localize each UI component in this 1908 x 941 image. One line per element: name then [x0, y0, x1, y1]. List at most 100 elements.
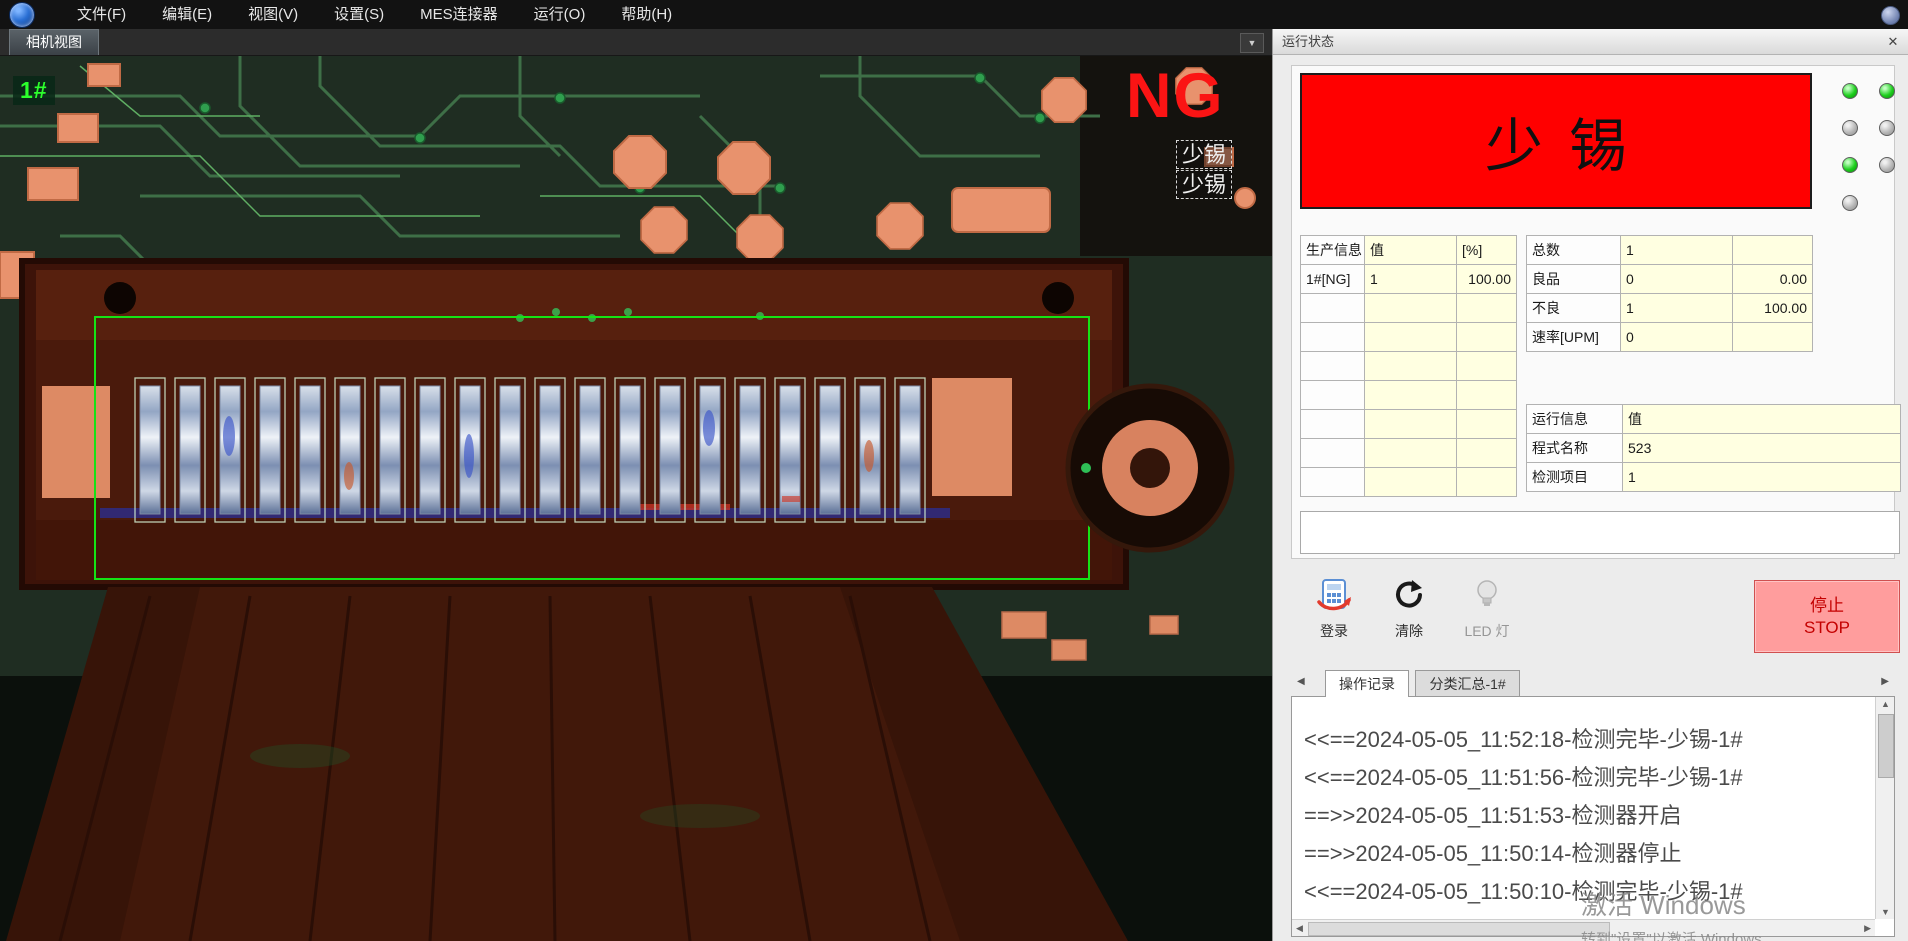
- tab-scroll-right-icon[interactable]: ▶: [1881, 676, 1889, 687]
- stats-table: 总数 1 良品 0 0.00 不良 1 100.00 速率[UPM] 0: [1526, 235, 1813, 352]
- log-line: <<==2024-05-05_11:50:10-检测完毕-少锡-1#: [1304, 873, 1880, 911]
- cell: [1733, 236, 1813, 265]
- led-label: LED 灯: [1452, 621, 1522, 641]
- col-header: 运行信息: [1527, 405, 1623, 434]
- table-row: 检测项目 1: [1527, 463, 1901, 492]
- camera-tab-strip: 相机视图 ▼: [0, 29, 1272, 56]
- log-line: <<==2024-05-05_11:52:18-检测完毕-少锡-1#: [1304, 721, 1880, 759]
- vertical-scroll-thumb[interactable]: [1878, 714, 1894, 778]
- tab-operation-log[interactable]: 操作记录: [1325, 670, 1409, 697]
- table-row: 速率[UPM] 0: [1527, 323, 1813, 352]
- cell: 速率[UPM]: [1527, 323, 1621, 352]
- cell: 1: [1621, 236, 1733, 265]
- menu-bar: 文件(F) 编辑(E) 视图(V) 设置(S) MES连接器 运行(O) 帮助(…: [0, 0, 1908, 29]
- table-row: [1301, 468, 1517, 497]
- run-info-table: 运行信息 值 程式名称 523 检测项目 1: [1526, 404, 1901, 492]
- menu-settings[interactable]: 设置(S): [316, 0, 402, 29]
- app-window: 文件(F) 编辑(E) 视图(V) 设置(S) MES连接器 运行(O) 帮助(…: [0, 0, 1908, 941]
- horizontal-scrollbar[interactable]: ◀ ▶: [1292, 919, 1875, 936]
- cell: 程式名称: [1527, 434, 1623, 463]
- cell: 0: [1621, 323, 1733, 352]
- tab-scroll-left-icon[interactable]: ◀: [1297, 676, 1305, 687]
- scroll-right-icon[interactable]: ▶: [1864, 923, 1871, 934]
- menu-run[interactable]: 运行(O): [516, 0, 604, 29]
- table-row: [1301, 352, 1517, 381]
- col-header: 值: [1623, 405, 1901, 434]
- close-icon[interactable]: ✕: [1884, 33, 1902, 51]
- menu-edit[interactable]: 编辑(E): [144, 0, 230, 29]
- tab-class-summary[interactable]: 分类汇总-1#: [1415, 670, 1519, 696]
- status-light: [1879, 120, 1895, 136]
- clear-button[interactable]: 清除: [1374, 577, 1444, 641]
- tab-camera-view[interactable]: 相机视图: [9, 29, 99, 55]
- table-row: [1301, 439, 1517, 468]
- cell: 1: [1623, 463, 1901, 492]
- operation-log-area: <<==2024-05-05_11:52:18-检测完毕-少锡-1# <<==2…: [1291, 696, 1895, 937]
- production-table: 生产信息 值 [%] 1#[NG] 1 100.00: [1300, 235, 1517, 497]
- cell: 523: [1623, 434, 1901, 463]
- status-light: [1879, 83, 1895, 99]
- table-row: 1#[NG] 1 100.00: [1301, 265, 1517, 294]
- cell: 1: [1365, 265, 1457, 294]
- cell: 1#[NG]: [1301, 265, 1365, 294]
- menu-file[interactable]: 文件(F): [59, 0, 144, 29]
- window-status-icon[interactable]: [1881, 6, 1900, 25]
- vertical-scrollbar[interactable]: ▲ ▼: [1875, 697, 1894, 919]
- inspection-result-label: NG: [1126, 60, 1225, 132]
- log-line: <<==2024-05-05_11:51:56-检测完毕-少锡-1#: [1304, 759, 1880, 797]
- panel-title: 运行状态: [1273, 29, 1908, 54]
- stop-button[interactable]: 停止 STOP: [1754, 580, 1900, 653]
- menu-items: 文件(F) 编辑(E) 视图(V) 设置(S) MES连接器 运行(O) 帮助(…: [59, 0, 690, 29]
- stop-label-cn: 停止: [1810, 595, 1844, 617]
- clear-label: 清除: [1374, 621, 1444, 641]
- table-row: 不良 1 100.00: [1527, 294, 1813, 323]
- cell: 100.00: [1733, 294, 1813, 323]
- scroll-left-icon[interactable]: ◀: [1296, 923, 1303, 934]
- led-light-button[interactable]: LED 灯: [1452, 577, 1522, 641]
- cell: 0: [1621, 265, 1733, 294]
- cell: 总数: [1527, 236, 1621, 265]
- menu-view[interactable]: 视图(V): [230, 0, 316, 29]
- app-logo-icon: [9, 2, 35, 28]
- message-box: [1300, 511, 1900, 554]
- table-row: [1301, 323, 1517, 352]
- login-button[interactable]: 登录: [1299, 577, 1369, 641]
- table-row: 良品 0 0.00: [1527, 265, 1813, 294]
- status-light: [1842, 83, 1858, 99]
- table-header-row: 运行信息 值: [1527, 405, 1901, 434]
- status-light: [1879, 157, 1895, 173]
- cell: [1733, 323, 1813, 352]
- camera-dropdown-icon[interactable]: ▼: [1240, 33, 1264, 53]
- scroll-down-icon[interactable]: ▼: [1876, 907, 1895, 917]
- pcb-photo: [0, 56, 1272, 941]
- run-status-panel: 运行状态 ✕ 少锡 生产信息 值 [%] 1#[NG] 1 100.00: [1272, 29, 1908, 941]
- cell: 检测项目: [1527, 463, 1623, 492]
- horizontal-scroll-thumb[interactable]: [1308, 922, 1610, 936]
- col-header: 生产信息: [1301, 236, 1365, 265]
- table-row: [1301, 381, 1517, 410]
- cell: 0.00: [1733, 265, 1813, 294]
- status-light: [1842, 195, 1858, 211]
- led-bulb-icon: [1469, 577, 1505, 613]
- panel-title-bar: 运行状态 ✕: [1273, 29, 1908, 55]
- clear-icon: [1391, 577, 1427, 613]
- table-row: 程式名称 523: [1527, 434, 1901, 463]
- table-row: 总数 1: [1527, 236, 1813, 265]
- log-line: ==>>2024-05-05_11:50:14-检测器停止: [1304, 835, 1880, 873]
- col-header: [%]: [1457, 236, 1517, 265]
- log-tab-strip: ◀ 操作记录 分类汇总-1# ▶: [1291, 669, 1895, 696]
- log-lines: <<==2024-05-05_11:52:18-检测完毕-少锡-1# <<==2…: [1292, 697, 1894, 911]
- table-row: [1301, 294, 1517, 323]
- menu-help[interactable]: 帮助(H): [603, 0, 690, 29]
- camera-id-label: 1#: [13, 76, 55, 105]
- menu-mes-connector[interactable]: MES连接器: [402, 0, 516, 29]
- cell: 良品: [1527, 265, 1621, 294]
- defect-tag: 少锡: [1176, 170, 1232, 199]
- defect-tag-list: 少锡 少锡: [1176, 140, 1232, 200]
- camera-pane: 相机视图 ▼: [0, 29, 1272, 941]
- table-header-row: 生产信息 值 [%]: [1301, 236, 1517, 265]
- status-light: [1842, 120, 1858, 136]
- cell: 不良: [1527, 294, 1621, 323]
- scroll-up-icon[interactable]: ▲: [1876, 699, 1895, 709]
- status-light: [1842, 157, 1858, 173]
